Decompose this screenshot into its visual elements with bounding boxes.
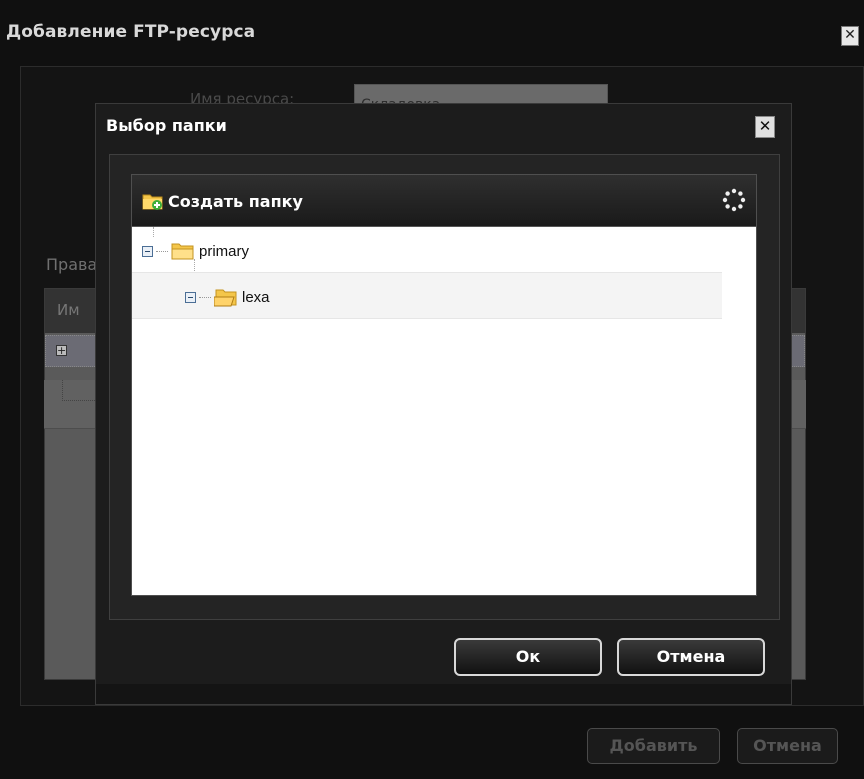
close-icon[interactable]: ✕	[755, 116, 775, 138]
tree-node-label: lexa	[242, 288, 270, 306]
column-header-name[interactable]: Им	[57, 301, 80, 319]
refresh-icon[interactable]	[722, 188, 746, 212]
tree-toolbar: Создать папку	[132, 175, 756, 227]
collapse-icon[interactable]	[142, 245, 153, 257]
cancel-button[interactable]: Отмена	[737, 728, 838, 764]
folder-open-icon	[171, 242, 195, 260]
dialog-title: Добавление FTP-ресурса	[6, 22, 256, 42]
dialog-title: Выбор папки	[106, 116, 227, 135]
ok-button[interactable]: Ок	[454, 638, 602, 676]
collapse-icon[interactable]	[185, 291, 196, 303]
tree-node-label: primary	[199, 242, 250, 260]
folder-select-dialog: Выбор папки ✕ Создать папку primary lexa…	[95, 103, 792, 705]
add-button[interactable]: Добавить	[587, 728, 720, 764]
tree-connector	[156, 250, 168, 252]
rights-label: Права	[46, 255, 98, 274]
create-folder-label: Создать папку	[168, 191, 303, 211]
close-icon[interactable]: ✕	[841, 26, 859, 46]
tree-node-lexa[interactable]: lexa	[132, 273, 722, 319]
dialog-footer	[96, 684, 791, 704]
tree-connector	[199, 296, 211, 298]
folder-plus-icon	[142, 191, 164, 211]
folder-tree: primary lexa	[132, 227, 756, 595]
create-folder-button[interactable]: Создать папку	[142, 189, 303, 213]
cancel-button[interactable]: Отмена	[617, 638, 765, 676]
tree-node-primary[interactable]: primary	[132, 227, 722, 273]
plus-box-icon[interactable]: +	[56, 345, 67, 356]
folder-tree-panel: Создать папку primary lexa	[131, 174, 757, 596]
folder-open-icon	[213, 288, 238, 307]
